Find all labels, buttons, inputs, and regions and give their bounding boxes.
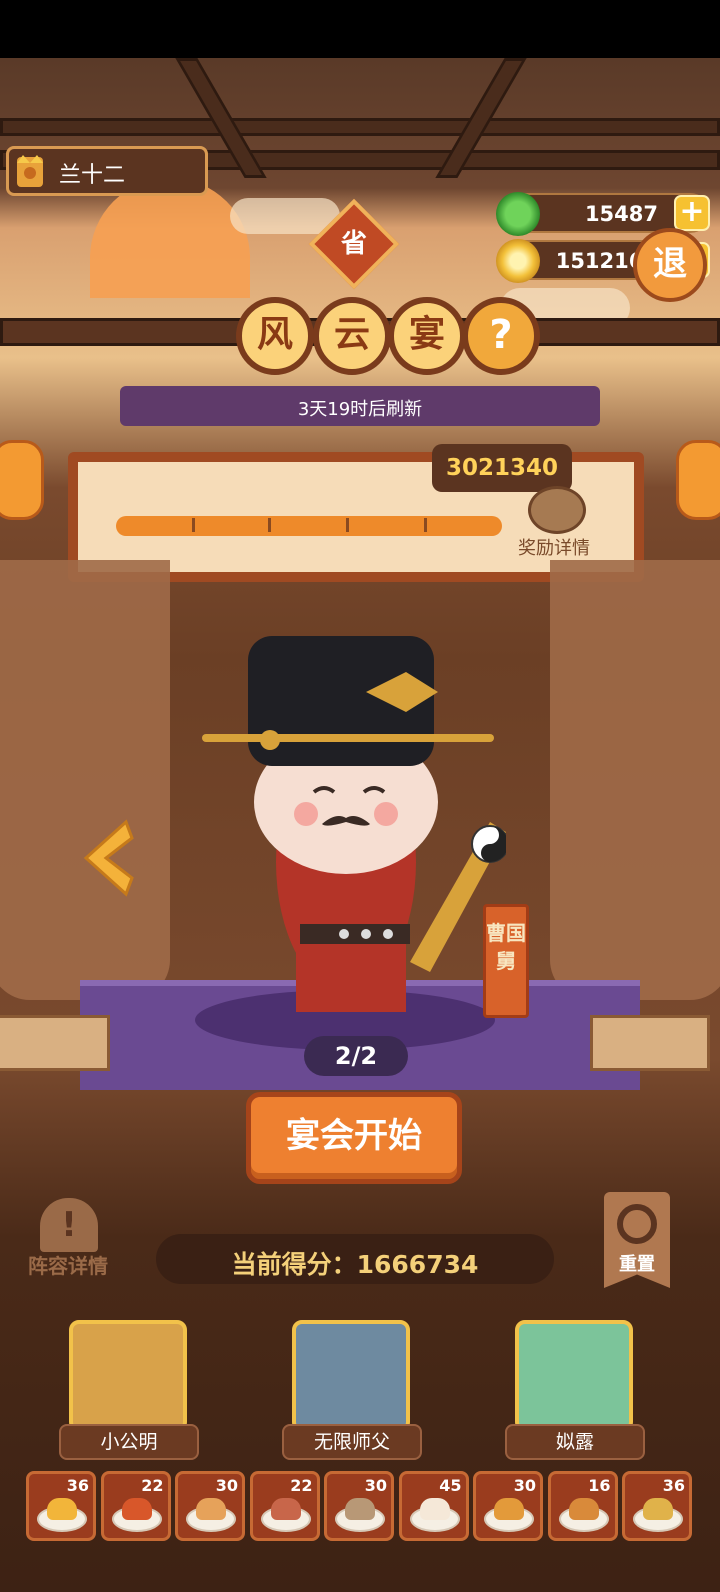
current-score-bar: 当前得分：1666734 xyxy=(156,1234,554,1284)
dish-slot[interactable]: 22 xyxy=(100,1471,171,1541)
reward-chest-icon[interactable] xyxy=(528,486,586,534)
start-banquet-button[interactable]: 宴会开始 xyxy=(246,1092,462,1184)
refresh-timer: 3天19时后刷新 xyxy=(120,386,600,426)
add-jade-button[interactable]: + xyxy=(674,195,710,231)
dish-count: 30 xyxy=(364,1476,387,1495)
dish-icon xyxy=(494,1498,524,1520)
sunset-deco xyxy=(90,178,250,298)
dish-slot[interactable]: 45 xyxy=(398,1471,469,1541)
dish-icon xyxy=(47,1498,77,1520)
lantern-left xyxy=(0,440,44,520)
hero-name: 小公明 xyxy=(59,1424,199,1460)
refresh-timer-text: 3天19时后刷新 xyxy=(297,399,423,420)
progress-tick xyxy=(346,518,349,532)
exit-button[interactable]: 退 xyxy=(633,228,707,302)
current-score-label: 当前得分： xyxy=(231,1250,357,1279)
previous-arrow-icon[interactable] xyxy=(70,818,150,898)
dish-count: 45 xyxy=(439,1476,462,1495)
dish-count: 22 xyxy=(141,1476,164,1495)
dish-icon xyxy=(643,1498,673,1520)
event-title-char-1: 风 xyxy=(236,297,314,375)
hero-portrait xyxy=(69,1320,187,1432)
dish-count: 36 xyxy=(662,1476,685,1495)
lineup-details-label: 阵容详情 xyxy=(28,1254,108,1278)
lineup-details-button[interactable]: ! 阵容详情 xyxy=(20,1198,116,1280)
curtain-left xyxy=(0,560,170,1000)
character-name-banner: 曹国舅 xyxy=(483,904,529,1018)
dish-slot[interactable]: 16 xyxy=(547,1471,618,1541)
dish-count: 30 xyxy=(215,1476,238,1495)
target-score: 3021340 xyxy=(432,444,572,492)
hero-card[interactable]: 无限师父 xyxy=(282,1320,422,1464)
hero-card[interactable]: 姒露 xyxy=(505,1320,645,1464)
hero-card[interactable]: 小公明 xyxy=(59,1320,199,1464)
status-bar xyxy=(0,0,720,58)
dish-count: 30 xyxy=(513,1476,536,1495)
dish-slot[interactable]: 30 xyxy=(473,1471,543,1541)
dish-icon xyxy=(345,1498,375,1520)
current-score-text: 当前得分：1666734 xyxy=(156,1245,554,1281)
dish-slot[interactable]: 30 xyxy=(175,1471,245,1541)
gold-coin-icon xyxy=(496,239,540,283)
reset-button[interactable]: 重置 xyxy=(604,1192,670,1288)
roof-beam xyxy=(0,118,720,136)
dish-count: 22 xyxy=(290,1476,313,1495)
character-name: 曹国舅 xyxy=(486,921,526,973)
dish-slot[interactable]: 30 xyxy=(324,1471,394,1541)
dish-slot[interactable]: 36 xyxy=(622,1471,692,1541)
reward-details-link[interactable]: 奖励详情 xyxy=(518,534,590,560)
dish-icon xyxy=(270,1498,301,1520)
lantern-right xyxy=(676,440,720,520)
progress-bar xyxy=(116,516,502,536)
curtain-right xyxy=(550,560,720,1000)
progress-tick xyxy=(268,518,271,532)
event-title-char-2: 云 xyxy=(313,297,391,375)
hero-portrait xyxy=(515,1320,633,1432)
dish-slot[interactable]: 36 xyxy=(26,1471,96,1541)
jade-coin-icon xyxy=(496,192,540,236)
exclamation-icon: ! xyxy=(40,1198,98,1252)
event-title-char-3: 宴 xyxy=(388,297,466,375)
dish-count: 36 xyxy=(66,1476,89,1495)
player-name: 兰十二 xyxy=(59,163,126,188)
current-score-value: 1666734 xyxy=(356,1250,479,1279)
refresh-icon xyxy=(617,1204,657,1244)
rank-crown-icon xyxy=(17,155,43,187)
dish-count: 16 xyxy=(588,1476,611,1495)
jade-currency: 15487 + xyxy=(496,192,710,236)
dish-slot[interactable]: 22 xyxy=(249,1471,320,1541)
dish-icon xyxy=(121,1498,152,1520)
dish-icon xyxy=(568,1498,599,1520)
side-table-left xyxy=(0,1015,110,1071)
jade-amount: 15487 xyxy=(584,202,658,226)
player-name-plate[interactable]: 兰十二 xyxy=(6,146,208,196)
reset-label: 重置 xyxy=(619,1254,655,1275)
progress-tick xyxy=(192,518,195,532)
dish-icon xyxy=(419,1498,450,1520)
progress-tick xyxy=(424,518,427,532)
character-page-indicator: 2/2 xyxy=(304,1036,408,1076)
province-badge-label: 省 xyxy=(340,229,367,259)
help-button[interactable]: ? xyxy=(462,297,540,375)
dish-icon xyxy=(196,1498,226,1520)
side-table-right xyxy=(590,1015,710,1071)
character-portrait xyxy=(202,636,506,1012)
hero-name: 无限师父 xyxy=(282,1424,422,1460)
hero-portrait xyxy=(292,1320,410,1432)
hero-name: 姒露 xyxy=(505,1424,645,1460)
